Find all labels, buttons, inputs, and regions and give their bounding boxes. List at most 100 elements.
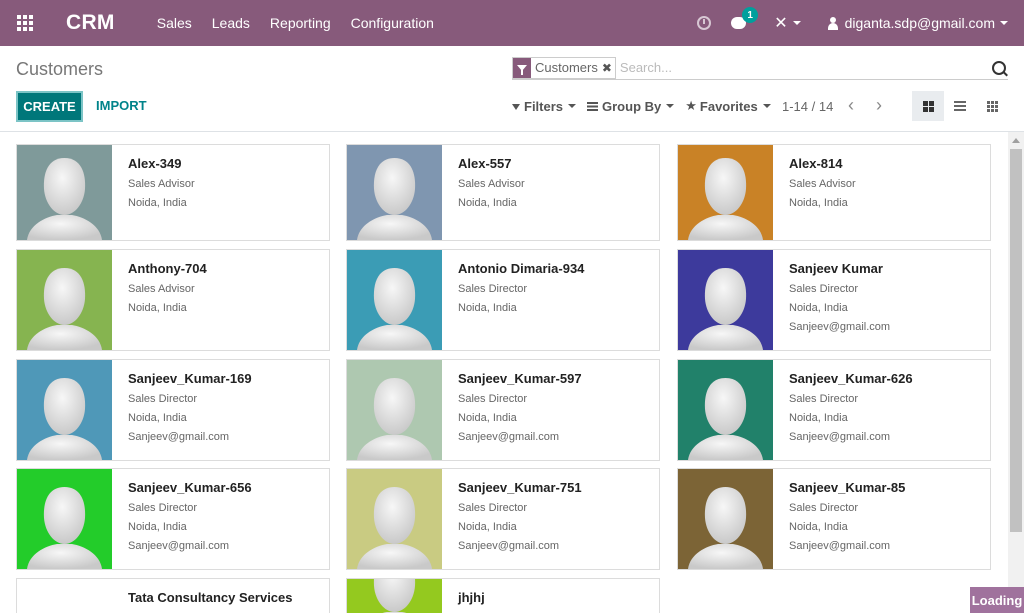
avatar-placeholder-icon [357,378,432,460]
card-email: Sanjeev@gmail.com [128,540,230,552]
kanban-icon [922,100,934,112]
scroll-thumb[interactable] [1010,149,1022,532]
card-image [678,469,773,569]
kanban-view-button[interactable] [912,91,944,121]
kanban-view: Alex-349 Sales Advisor Noida, India Alex-5… [0,132,1008,613]
card-image [17,469,112,569]
card-name: Alex-814 [789,156,843,171]
chat-badge: 1 [742,7,759,23]
card-name: jhjhj [458,590,485,605]
card-title: Sales Director [128,502,198,514]
card-title: Sales Advisor [128,178,195,190]
scrollbar[interactable] [1008,132,1024,613]
search-facet: Customers ✖ [512,56,616,79]
search-bar: Customers ✖ [512,56,1008,80]
pager-previous-icon[interactable]: ‹ [848,96,854,114]
card-body: Alex-349 Sales Advisor Noida, India [128,145,321,216]
card-image [17,250,112,350]
favorites-label: Favorites [699,98,758,114]
card-body: Alex-814 Sales Advisor Noida, India [789,145,982,216]
card-location: Noida, India [789,302,848,314]
kanban-card[interactable]: Sanjeev Kumar Sales Director Noida, India S… [677,249,991,351]
card-title: Sales Director [789,393,859,405]
kanban-card[interactable]: Sanjeev_Kumar-597 Sales Director Noida, In… [346,359,660,461]
facet-remove-icon[interactable]: ✖ [602,61,615,75]
list-view-button[interactable] [944,91,976,121]
kanban-card[interactable]: Tata Consultancy Services [16,578,330,613]
menu-configuration[interactable]: Configuration [351,15,434,31]
kanban-card[interactable]: Antonio Dimaria-934 Sales Director Noida, … [346,249,660,351]
card-body: Sanjeev_Kumar-597 Sales Director Noida, In… [458,360,651,450]
user-menu[interactable]: diganta.sdp@gmail.com [827,15,1008,31]
card-name: Tata Consultancy Services [128,590,293,605]
kanban-card[interactable]: Sanjeev_Kumar-85 Sales Director Noida, Ind… [677,468,991,570]
app-brand: CRM [66,11,115,34]
user-email: diganta.sdp@gmail.com [844,15,995,31]
messaging-menu[interactable]: 1 [731,7,759,29]
avatar-placeholder-icon [373,579,416,613]
kanban-card[interactable]: Sanjeev_Kumar-656 Sales Director Noida, In… [16,468,330,570]
chevron-down-icon [568,104,577,108]
card-name: Sanjeev_Kumar-751 [458,480,582,495]
card-name: Sanjeev_Kumar-656 [128,480,252,495]
filters-dropdown[interactable]: Filters [512,99,577,114]
card-title: Sales Director [458,502,528,514]
card-title: Sales Advisor [458,178,525,190]
kanban-card[interactable]: jhjhj [346,578,660,613]
card-image [347,250,442,350]
search-input[interactable] [619,60,992,75]
card-email: Sanjeev@gmail.com [458,431,560,443]
activity-clock-icon[interactable] [697,16,712,30]
list-icon [954,101,966,111]
menu-reporting[interactable]: Reporting [270,15,331,31]
kanban-card[interactable]: Alex-814 Sales Advisor Noida, India [677,144,991,241]
favorites-dropdown[interactable]: ★ Favorites [685,98,771,114]
avatar-placeholder-icon [688,487,763,569]
card-body: Sanjeev_Kumar-85 Sales Director Noida, Ind… [789,469,982,559]
avatar-placeholder-icon [688,378,763,460]
filter-facet-icon [513,57,531,78]
avatar-placeholder-icon [27,158,102,240]
card-email: Sanjeev@gmail.com [789,321,891,333]
card-location: Noida, India [789,197,848,209]
card-body: Anthony-704 Sales Advisor Noida, India [128,250,321,321]
grid-icon [986,100,998,112]
card-name: Alex-557 [458,156,512,171]
card-name: Alex-349 [128,156,182,171]
pager-value[interactable]: 1-14 / 14 [782,99,833,114]
card-title: Sales Director [458,393,528,405]
card-title: Sales Director [789,502,859,514]
debug-tools-menu[interactable]: ✕ [774,13,801,33]
grid-view-button[interactable] [976,91,1008,121]
kanban-card[interactable]: Sanjeev_Kumar-626 Sales Director Noida, In… [677,359,991,461]
groupby-dropdown[interactable]: Group By [587,99,675,114]
tools-icon: ✕ [774,15,788,32]
kanban-card[interactable]: Sanjeev_Kumar-169 Sales Director Noida, In… [16,359,330,461]
create-button[interactable]: CREATE [16,91,83,122]
card-email: Sanjeev@gmail.com [128,431,230,443]
apps-menu-icon[interactable] [0,0,50,46]
kanban-card[interactable]: Alex-557 Sales Advisor Noida, India [346,144,660,241]
card-location: Noida, India [458,197,517,209]
menu-sales[interactable]: Sales [157,15,192,31]
kanban-card[interactable]: Sanjeev_Kumar-751 Sales Director Noida, In… [346,468,660,570]
card-email: Sanjeev@gmail.com [789,540,891,552]
card-body: Sanjeev Kumar Sales Director Noida, India S… [789,250,982,340]
loading-indicator: Loading [970,587,1024,613]
card-body: Alex-557 Sales Advisor Noida, India [458,145,651,216]
search-icon[interactable] [992,60,1006,75]
card-image [17,360,112,460]
top-navbar: CRM Sales Leads Reporting Configuration … [0,0,1024,46]
kanban-card[interactable]: Alex-349 Sales Advisor Noida, India [16,144,330,241]
card-image [347,579,442,613]
kanban-card[interactable]: Anthony-704 Sales Advisor Noida, India [16,249,330,351]
card-image [678,250,773,350]
scroll-up-arrow-icon[interactable] [1012,138,1020,143]
menu-leads[interactable]: Leads [212,15,250,31]
card-body: Sanjeev_Kumar-751 Sales Director Noida, In… [458,469,651,559]
import-button[interactable]: IMPORT [96,98,147,113]
avatar-placeholder-icon [27,268,102,350]
pager-next-icon[interactable]: › [876,96,882,114]
card-image [17,579,112,613]
card-location: Noida, India [128,197,187,209]
